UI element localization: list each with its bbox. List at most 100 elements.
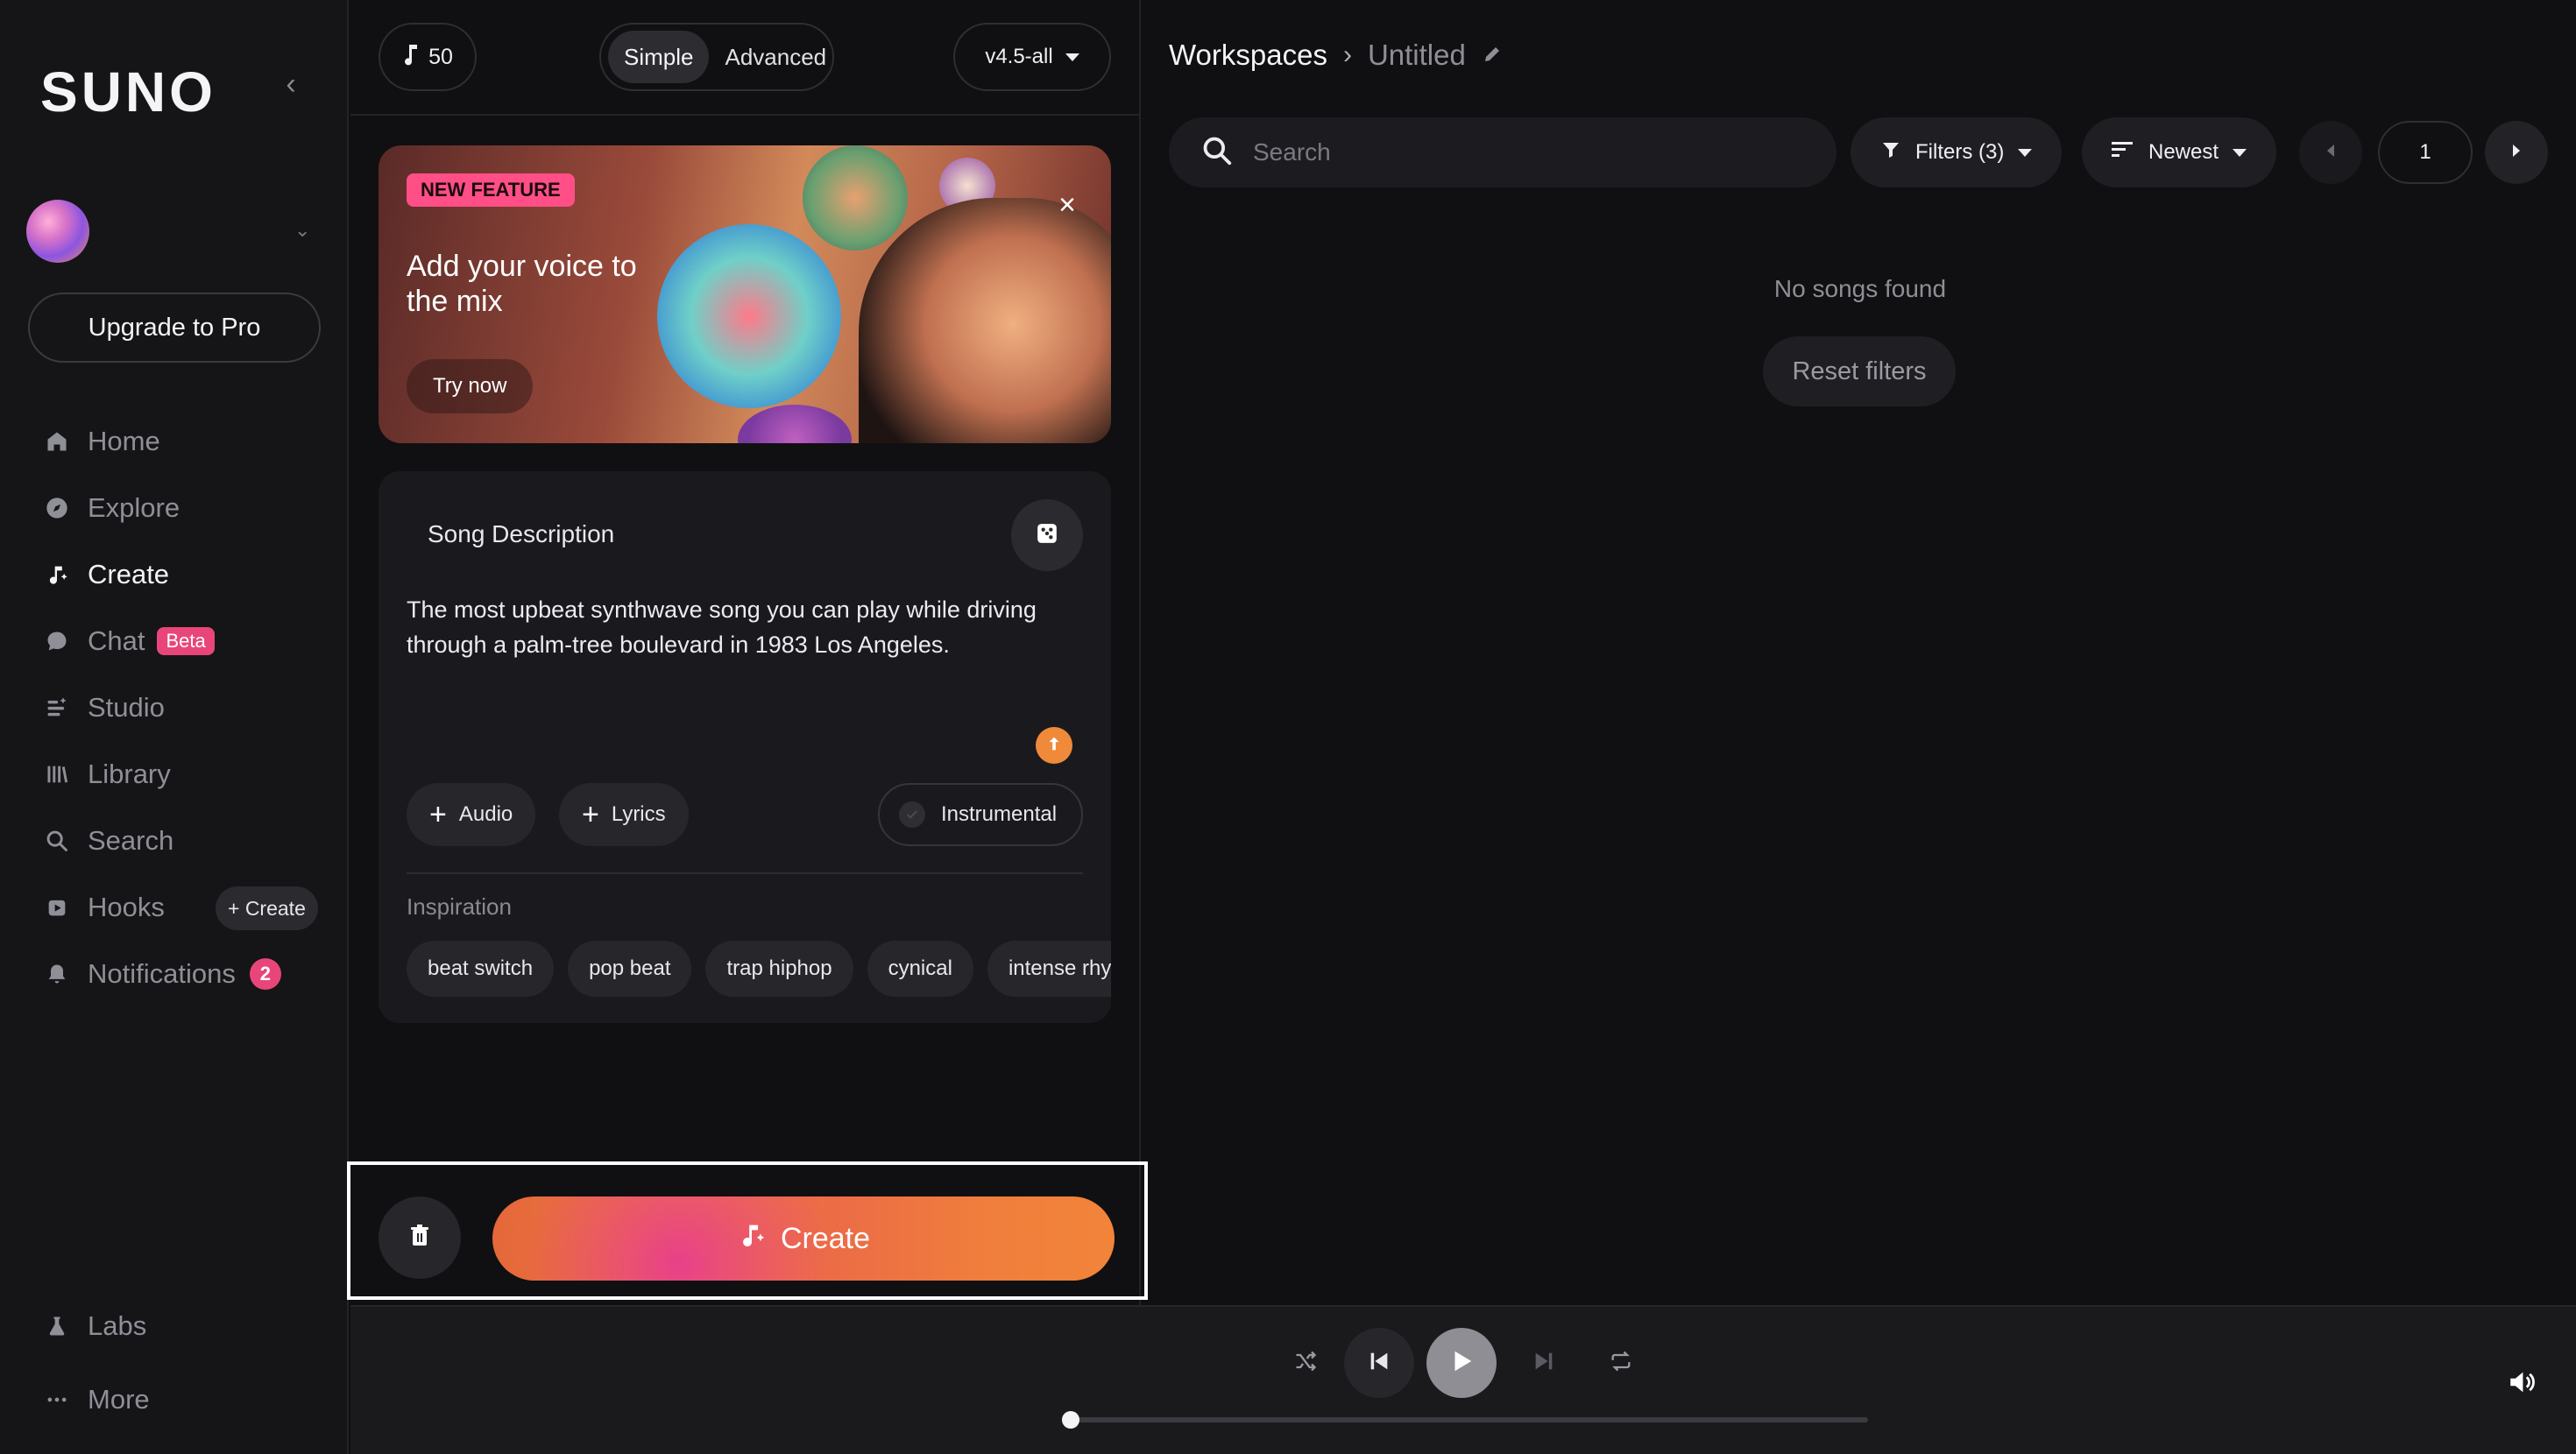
sidebar-item-label: More bbox=[88, 1384, 150, 1415]
caret-down-icon bbox=[1065, 53, 1079, 61]
sidebar-item-studio[interactable]: Studio bbox=[0, 674, 349, 741]
sidebar-item-chat[interactable]: Chat Beta bbox=[0, 608, 349, 674]
notification-count-badge: 2 bbox=[249, 958, 281, 990]
clear-button[interactable] bbox=[379, 1196, 461, 1279]
next-page-button[interactable] bbox=[2485, 121, 2548, 184]
suno-logo[interactable]: SUNO bbox=[40, 60, 216, 124]
sidebar-item-label: Explore bbox=[88, 492, 180, 523]
search-input[interactable] bbox=[1253, 138, 1779, 166]
next-track-button[interactable] bbox=[1509, 1328, 1579, 1398]
chevron-down-icon[interactable]: ⌄ bbox=[294, 219, 310, 242]
skip-forward-icon bbox=[1531, 1349, 1557, 1378]
music-note-icon bbox=[402, 43, 420, 72]
breadcrumb-current[interactable]: Untitled bbox=[1368, 39, 1466, 72]
arrow-up-icon bbox=[1044, 734, 1064, 758]
create-button[interactable]: Create bbox=[492, 1196, 1115, 1281]
repeat-button[interactable] bbox=[1586, 1328, 1656, 1398]
mode-toggle: Simple Advanced bbox=[599, 23, 834, 91]
sidebar-item-hooks[interactable]: Hooks + Create bbox=[0, 874, 349, 941]
plus-icon: + bbox=[429, 798, 447, 831]
sort-label: Newest bbox=[2148, 140, 2219, 164]
mode-advanced-tab[interactable]: Advanced bbox=[709, 31, 842, 83]
inspiration-tag[interactable]: intense rhyt bbox=[987, 941, 1111, 997]
sort-button[interactable]: Newest bbox=[2082, 117, 2277, 187]
skip-back-icon bbox=[1366, 1349, 1392, 1378]
sidebar-item-notifications[interactable]: Notifications 2 bbox=[0, 941, 349, 1007]
filters-label: Filters (3) bbox=[1915, 140, 2005, 164]
add-lyrics-label: Lyrics bbox=[611, 802, 666, 826]
page-number[interactable]: 1 bbox=[2378, 121, 2473, 184]
progress-knob[interactable] bbox=[1062, 1411, 1079, 1429]
inspiration-tag[interactable]: pop beat bbox=[568, 941, 692, 997]
beta-badge: Beta bbox=[157, 627, 215, 655]
breadcrumb: Workspaces › Untitled bbox=[1169, 39, 1503, 72]
caret-down-icon bbox=[2018, 148, 2033, 157]
inspiration-tag[interactable]: beat switch bbox=[407, 941, 555, 997]
submit-arrow-button[interactable] bbox=[1036, 727, 1072, 764]
inspiration-tag[interactable]: cynical bbox=[867, 941, 973, 997]
try-now-button[interactable]: Try now bbox=[407, 359, 534, 413]
studio-icon bbox=[44, 695, 70, 721]
sort-icon bbox=[2112, 140, 2134, 166]
caret-left-icon bbox=[2325, 143, 2337, 163]
create-button-label: Create bbox=[780, 1221, 871, 1255]
sidebar: SUNO ‹ ⌄ Upgrade to Pro Home Explore Cre… bbox=[0, 0, 349, 1454]
sidebar-item-label: Chat bbox=[88, 625, 145, 656]
add-audio-button[interactable]: + Audio bbox=[407, 783, 536, 846]
previous-track-button[interactable] bbox=[1344, 1328, 1414, 1398]
credits-count: 50 bbox=[428, 44, 453, 69]
caret-down-icon bbox=[2233, 148, 2247, 157]
sidebar-item-more[interactable]: More bbox=[0, 1363, 349, 1436]
sidebar-item-labs[interactable]: Labs bbox=[0, 1289, 349, 1363]
pencil-icon[interactable] bbox=[1482, 39, 1503, 72]
inspiration-tag[interactable]: trap hiphop bbox=[705, 941, 853, 997]
reset-filters-button[interactable]: Reset filters bbox=[1763, 336, 1956, 406]
model-version-select[interactable]: v4.5-all bbox=[953, 23, 1111, 91]
instrumental-label: Instrumental bbox=[941, 802, 1058, 826]
previous-page-button[interactable] bbox=[2299, 121, 2362, 184]
divider bbox=[407, 872, 1083, 874]
inspiration-tags: beat switch pop beat trap hiphop cynical… bbox=[407, 941, 1111, 1004]
sidebar-item-library[interactable]: Library bbox=[0, 741, 349, 808]
instrumental-toggle[interactable]: Instrumental bbox=[878, 783, 1083, 846]
hooks-create-button[interactable]: + Create bbox=[216, 886, 318, 930]
sidebar-item-label: Studio bbox=[88, 692, 165, 723]
credits-pill[interactable]: 50 bbox=[379, 23, 477, 91]
random-dice-button[interactable] bbox=[1011, 499, 1083, 571]
shuffle-button[interactable] bbox=[1270, 1328, 1341, 1398]
player-bar bbox=[350, 1305, 2576, 1454]
chat-icon bbox=[44, 628, 70, 654]
filters-button[interactable]: Filters (3) bbox=[1851, 117, 2063, 187]
workspace-panel: Workspaces › Untitled Filters (3) Newest… bbox=[1143, 0, 2576, 1305]
dice-icon bbox=[1036, 522, 1058, 549]
volume-icon bbox=[2505, 1367, 2538, 1401]
sidebar-item-label: Search bbox=[88, 825, 174, 856]
create-topbar: 50 Simple Advanced v4.5-all bbox=[350, 0, 1141, 116]
sidebar-item-label: Labs bbox=[88, 1310, 147, 1341]
promo-singer-image bbox=[859, 198, 1111, 443]
volume-button[interactable] bbox=[2497, 1359, 2546, 1408]
sidebar-item-label: Create bbox=[88, 559, 170, 589]
sidebar-item-search[interactable]: Search bbox=[0, 808, 349, 874]
song-description-input[interactable]: The most upbeat synthwave song you can p… bbox=[407, 592, 1072, 662]
sidebar-item-label: Home bbox=[88, 426, 160, 456]
close-icon[interactable]: × bbox=[1051, 189, 1083, 221]
filter-icon bbox=[1880, 139, 1901, 166]
breadcrumb-workspaces[interactable]: Workspaces bbox=[1169, 39, 1327, 72]
empty-state-text: No songs found bbox=[1773, 275, 1947, 302]
collapse-sidebar-icon[interactable]: ‹ bbox=[275, 68, 307, 100]
mode-simple-tab[interactable]: Simple bbox=[608, 31, 710, 83]
compass-icon bbox=[44, 495, 70, 521]
sidebar-item-home[interactable]: Home bbox=[0, 408, 349, 475]
workspace-search[interactable] bbox=[1169, 117, 1836, 187]
song-description-card: Song Description The most upbeat synthwa… bbox=[379, 471, 1111, 1023]
sidebar-item-create[interactable]: Create bbox=[0, 541, 349, 608]
sidebar-item-explore[interactable]: Explore bbox=[0, 475, 349, 541]
model-version-label: v4.5-all bbox=[985, 45, 1053, 68]
upgrade-to-pro-button[interactable]: Upgrade to Pro bbox=[28, 293, 321, 363]
play-button[interactable] bbox=[1426, 1328, 1497, 1398]
add-lyrics-button[interactable]: + Lyrics bbox=[559, 783, 689, 846]
progress-track[interactable] bbox=[1062, 1411, 1868, 1429]
avatar[interactable] bbox=[26, 200, 89, 263]
music-sparkle-icon bbox=[737, 1220, 767, 1258]
